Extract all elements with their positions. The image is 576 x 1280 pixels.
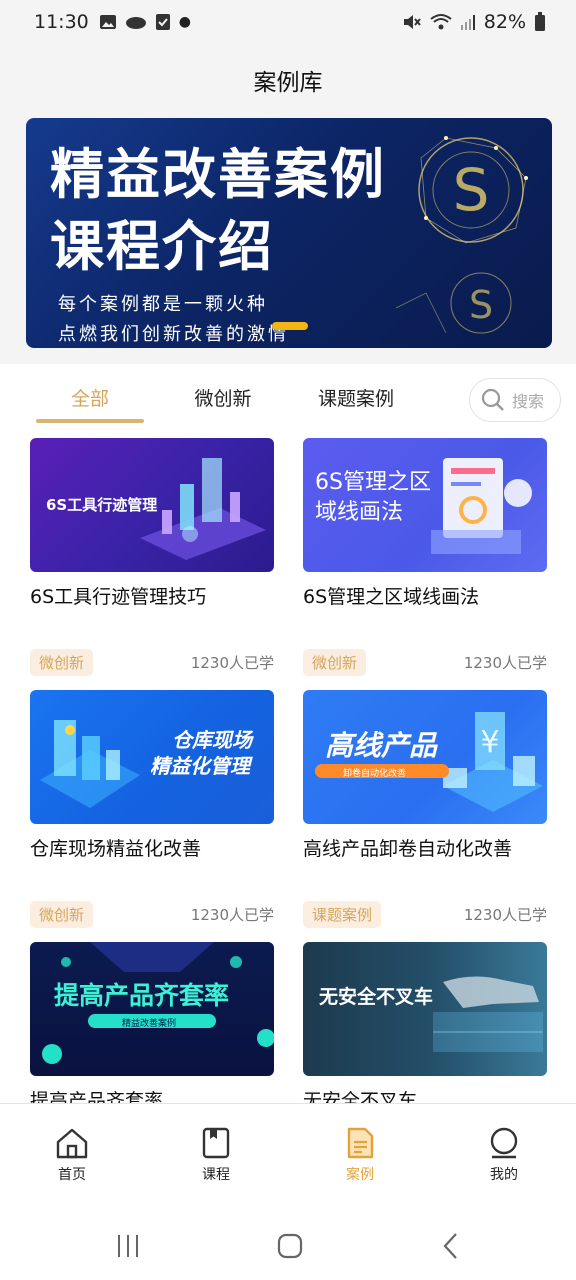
banner-subtitle-line2: 点燃我们创新改善的激情 — [58, 324, 289, 345]
category-badge: 微创新 — [30, 900, 94, 928]
signal-icon — [460, 15, 475, 30]
page-title: 案例库 — [253, 70, 323, 96]
category-badge: 课题案例 — [303, 900, 382, 928]
battery-percent: 82% — [483, 11, 526, 33]
thumbnail-subtitle: 精益改善案例 — [122, 1019, 177, 1029]
notification-dot-icon: ● — [178, 14, 191, 30]
bottom-navigation: 首页 课程 案例 我的 — [0, 1103, 576, 1204]
gallery-icon — [99, 15, 116, 29]
mute-icon — [403, 15, 421, 29]
active-tab-indicator — [36, 419, 144, 423]
learner-count: 1230人已学 — [190, 653, 274, 672]
nav-courses[interactable]: 课程 — [176, 1126, 256, 1184]
category-badge: 微创新 — [303, 648, 367, 676]
tab-micro-innovation[interactable]: 微创新 — [170, 384, 276, 411]
case-card[interactable]: 6S管理之区 域线画法 6S管理之区域线画法 — [303, 438, 547, 609]
search-placeholder: 搜索 — [512, 392, 545, 411]
banner-subtitle-line1: 每个案例都是一颗火种 — [58, 294, 268, 315]
thumbnail-text-line1: 6S管理之区 — [315, 470, 431, 495]
status-bar: 11:30 ● 82% — [0, 0, 576, 44]
case-card[interactable]: 提高产品齐套率 精益改善案例 提高产品齐套率 — [30, 942, 274, 1113]
case-card[interactable]: ¥ 高线产品 卸卷自动化改善 高线产品卸卷自动化改善 — [303, 690, 547, 861]
document-icon — [347, 1127, 374, 1159]
learner-count: 1230人已学 — [190, 905, 274, 924]
battery-icon — [535, 12, 545, 31]
case-thumbnail: ¥ 高线产品 卸卷自动化改善 — [303, 690, 547, 824]
case-title: 仓库现场精益化改善 — [30, 838, 202, 860]
page-header: 案例库 — [0, 44, 576, 116]
home-icon — [56, 1128, 88, 1159]
hand-touch-graphic — [433, 976, 543, 1052]
learner-count: 1230人已学 — [463, 653, 547, 672]
thumbnail-text-line2: 精益化管理 — [150, 754, 250, 778]
system-navigation-bar — [0, 1203, 576, 1280]
case-thumbnail: 提高产品齐套率 精益改善案例 — [30, 942, 274, 1076]
promo-banner[interactable]: S S 精益改善案例 课程介绍 每个案例都是一颗火种 点燃我们创新改善的激情 — [26, 118, 552, 348]
case-card[interactable]: 仓库现场 精益化管理 仓库现场精益化改善 — [30, 690, 274, 861]
case-card[interactable]: 6S工具行迹管理 6S工具行迹管理技巧 — [30, 438, 274, 609]
wifi-icon — [430, 14, 452, 30]
case-thumbnail: 仓库现场 精益化管理 — [30, 690, 274, 824]
nav-label: 我的 — [490, 1167, 518, 1183]
back-icon[interactable] — [437, 1231, 467, 1261]
tab-topic-cases[interactable]: 课题案例 — [306, 384, 406, 411]
nav-label: 首页 — [58, 1167, 86, 1183]
case-thumbnail: 6S工具行迹管理 — [30, 438, 274, 572]
nav-home[interactable]: 首页 — [32, 1126, 112, 1184]
search-button[interactable]: 搜索 — [469, 378, 561, 422]
check-box-icon — [155, 14, 170, 30]
carousel-indicator[interactable] — [272, 322, 308, 330]
case-meta: 微创新 1230人已学 — [30, 648, 274, 676]
profile-icon — [490, 1127, 518, 1159]
svg-text:S: S — [453, 156, 490, 224]
case-meta: 微创新 1230人已学 — [303, 648, 547, 676]
tab-all[interactable]: 全部 — [36, 384, 144, 411]
svg-text:¥: ¥ — [480, 725, 499, 760]
nav-label: 课程 — [202, 1167, 230, 1183]
case-meta: 课题案例 1230人已学 — [303, 900, 547, 928]
nav-profile[interactable]: 我的 — [464, 1126, 544, 1184]
case-title: 6S管理之区域线画法 — [303, 586, 480, 608]
thumbnail-title: 提高产品齐套率 — [54, 981, 230, 1010]
case-meta: 微创新 1230人已学 — [30, 900, 274, 928]
category-badge: 微创新 — [30, 648, 94, 676]
home-button-icon[interactable] — [275, 1231, 305, 1261]
thumbnail-title: 无安全不叉车 — [319, 986, 434, 1008]
learner-count: 1230人已学 — [463, 905, 547, 924]
case-title: 高线产品卸卷自动化改善 — [303, 838, 513, 860]
banner-area: S S 精益改善案例 课程介绍 每个案例都是一颗火种 点燃我们创新改善的激情 — [0, 116, 576, 364]
case-thumbnail: 无安全不叉车 — [303, 942, 547, 1076]
banner-title-line2: 课程介绍 — [50, 215, 274, 278]
nav-label: 案例 — [346, 1167, 374, 1183]
banner-title-line1: 精益改善案例 — [50, 143, 386, 206]
case-thumbnail: 6S管理之区 域线画法 — [303, 438, 547, 572]
thumbnail-text-line1: 仓库现场 — [172, 728, 252, 752]
cloud-icon — [125, 17, 146, 29]
book-icon — [202, 1127, 230, 1159]
case-card[interactable]: 无安全不叉车 无安全不叉车 — [303, 942, 547, 1113]
case-title: 6S工具行迹管理技巧 — [30, 586, 207, 608]
thumbnail-title: 高线产品 — [325, 729, 438, 762]
recent-apps-icon[interactable] — [113, 1231, 143, 1261]
search-icon — [481, 388, 504, 411]
thumbnail-text: 6S工具行迹管理 — [46, 496, 158, 514]
thumbnail-subtitle: 卸卷自动化改善 — [343, 769, 407, 779]
svg-text:S: S — [469, 283, 493, 327]
thumbnail-text-line2: 域线画法 — [315, 500, 404, 525]
nav-cases[interactable]: 案例 — [320, 1126, 400, 1184]
status-time: 11:30 — [34, 11, 89, 33]
